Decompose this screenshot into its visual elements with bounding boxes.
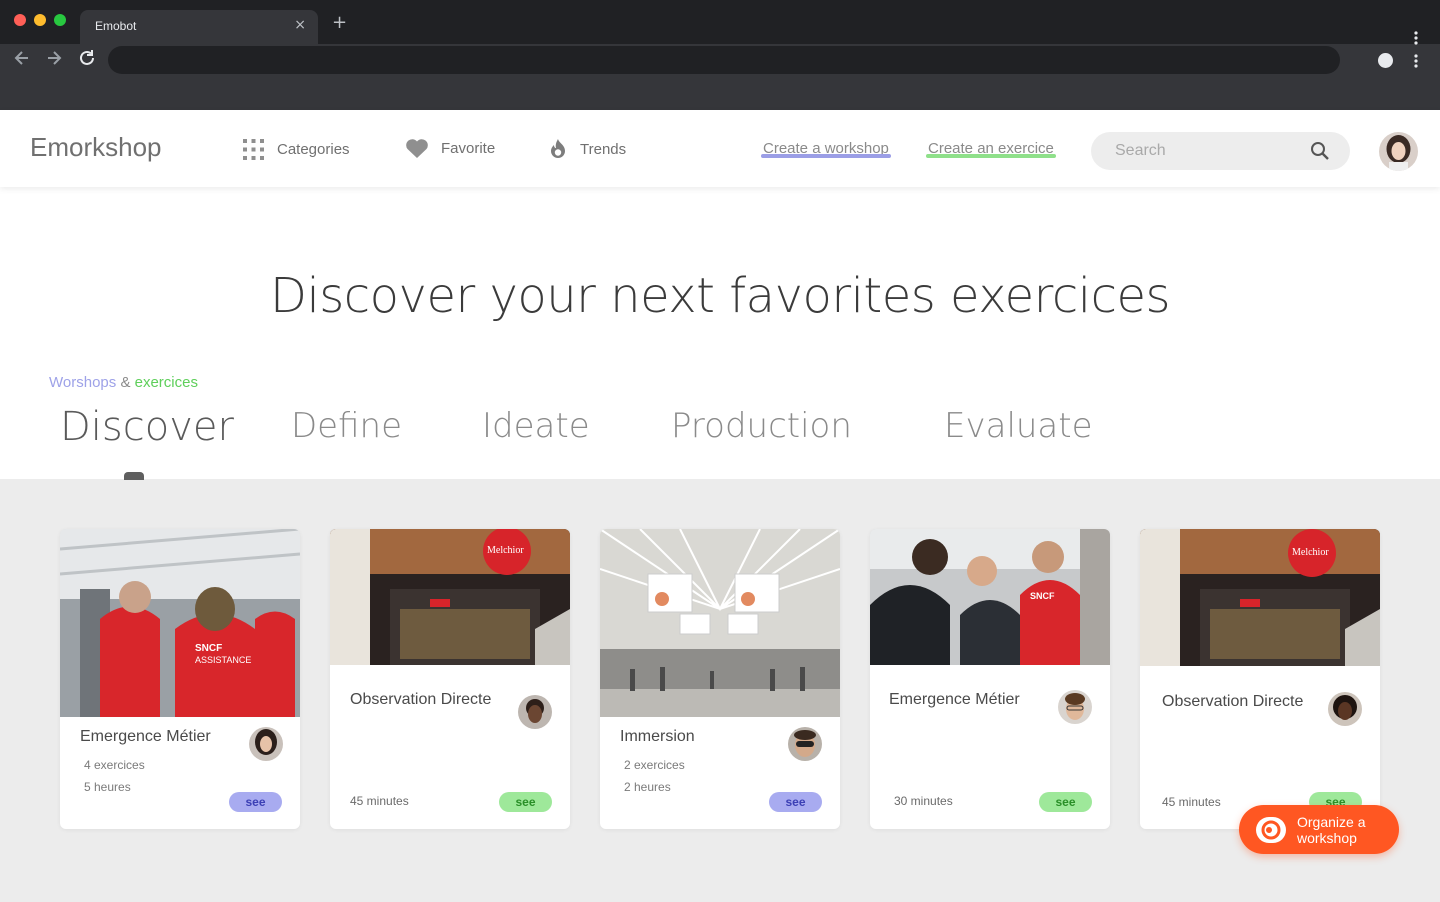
card-author-avatar[interactable] xyxy=(1058,690,1092,724)
card-photo: SNCF xyxy=(870,529,1110,665)
card-photo xyxy=(600,529,840,717)
heart-icon xyxy=(405,138,429,159)
user-avatar[interactable] xyxy=(1379,132,1418,171)
organize-label-line1: Organize a xyxy=(1297,813,1366,830)
browser-menu-icon[interactable] xyxy=(1413,54,1419,68)
forward-icon[interactable] xyxy=(44,48,64,73)
card-photo: Melchior xyxy=(330,529,570,665)
eye-target-icon xyxy=(1255,816,1287,844)
tab-ideate[interactable]: Ideate xyxy=(482,406,590,446)
tab-title: Emobot xyxy=(95,19,137,33)
tabstrip-menu-icon[interactable] xyxy=(1413,31,1419,45)
browser-chrome: Emobot × + xyxy=(0,0,1440,110)
organize-workshop-button[interactable]: Organize a workshop xyxy=(1239,805,1399,854)
window-close-button[interactable] xyxy=(14,14,26,26)
card-duration: 45 minutes xyxy=(350,794,409,808)
tab-define[interactable]: Define xyxy=(291,406,402,446)
svg-text:SNCF: SNCF xyxy=(1030,591,1055,601)
exercices-filter-link[interactable]: exercices xyxy=(135,374,198,391)
svg-text:SNCF: SNCF xyxy=(195,643,222,654)
address-bar[interactable] xyxy=(108,46,1340,74)
workshops-exercices-filter: Worshops & exercices xyxy=(49,374,198,391)
hero-title: Discover your next favorites exercices xyxy=(269,268,1171,324)
svg-text:Melchior: Melchior xyxy=(487,545,524,556)
browser-tab[interactable]: Emobot × xyxy=(80,10,318,44)
card-photo: Melchior xyxy=(1140,529,1380,666)
workshops-filter-link[interactable]: Worshops xyxy=(49,374,116,391)
card-observation-directe-exercice[interactable]: Melchior Observation Directe 45 minutes … xyxy=(330,529,570,829)
new-tab-button[interactable]: + xyxy=(332,14,347,32)
nav-trends[interactable]: Trends xyxy=(548,138,626,160)
app-header: Emorkshop Categories Favorite Trends Cre… xyxy=(0,110,1440,187)
card-observation-directe-exercice-2[interactable]: Melchior Observation Directe 45 minutes … xyxy=(1140,529,1380,829)
search-box xyxy=(1091,132,1350,170)
filter-ampersand: & xyxy=(120,374,131,391)
browser-profile-icon[interactable] xyxy=(1378,53,1393,68)
see-button[interactable]: see xyxy=(1039,792,1092,812)
organize-workshop-label: Organize a workshop xyxy=(1297,814,1365,846)
window-minimize-button[interactable] xyxy=(34,14,46,26)
organize-label-line2: workshop xyxy=(1297,829,1357,846)
card-title: Emergence Métier xyxy=(80,728,211,745)
svg-text:ASSISTANCE: ASSISTANCE xyxy=(195,655,251,665)
brand-logo[interactable]: Emorkshop xyxy=(30,132,162,163)
nav-categories-label: Categories xyxy=(277,141,350,158)
card-author-avatar[interactable] xyxy=(249,727,283,761)
reload-icon[interactable] xyxy=(77,48,97,73)
card-title: Observation Directe xyxy=(350,691,492,708)
see-button[interactable]: see xyxy=(499,792,552,812)
search-input[interactable] xyxy=(1115,140,1305,162)
card-duration: 5 heures xyxy=(84,780,131,794)
card-photo: SNCF ASSISTANCE xyxy=(60,529,300,717)
card-emergence-metier-workshop[interactable]: SNCF ASSISTANCE Emergence Métier 4 exerc… xyxy=(60,529,300,829)
card-duration: 30 minutes xyxy=(894,794,953,808)
create-workshop-underline xyxy=(761,154,891,158)
svg-text:Melchior: Melchior xyxy=(1292,547,1329,558)
card-title: Emergence Métier xyxy=(889,691,1020,708)
grid-icon xyxy=(242,138,265,161)
tab-strip: Emobot × + xyxy=(0,0,1440,45)
card-exercise-count: 2 exercices xyxy=(624,758,685,772)
tab-close-icon[interactable]: × xyxy=(294,17,306,33)
card-immersion-workshop[interactable]: Immersion 2 exercices 2 heures see xyxy=(600,529,840,829)
tab-production[interactable]: Production xyxy=(671,406,852,446)
create-exercice-underline xyxy=(926,154,1056,158)
card-author-avatar[interactable] xyxy=(518,695,552,729)
flame-icon xyxy=(548,138,568,160)
card-exercise-count: 4 exercices xyxy=(84,758,145,772)
card-title: Immersion xyxy=(620,728,695,745)
nav-favorite-label: Favorite xyxy=(441,140,496,157)
nav-favorite[interactable]: Favorite xyxy=(405,138,495,159)
search-icon[interactable] xyxy=(1310,141,1330,165)
create-exercice-link[interactable]: Create an exercice xyxy=(926,140,1056,158)
card-author-avatar[interactable] xyxy=(788,727,822,761)
card-duration: 45 minutes xyxy=(1162,795,1221,809)
card-author-avatar[interactable] xyxy=(1328,692,1362,726)
card-title: Observation Directe xyxy=(1162,693,1304,710)
card-emergence-metier-exercice[interactable]: SNCF Emergence Métier 30 minutes see xyxy=(870,529,1110,829)
card-duration: 2 heures xyxy=(624,780,671,794)
back-icon[interactable] xyxy=(12,48,32,73)
tab-discover[interactable]: Discover xyxy=(60,404,234,450)
see-button[interactable]: see xyxy=(769,792,822,812)
nav-trends-label: Trends xyxy=(580,140,627,158)
create-workshop-link[interactable]: Create a workshop xyxy=(761,140,891,158)
see-button[interactable]: see xyxy=(229,792,282,812)
nav-categories[interactable]: Categories xyxy=(242,138,350,161)
window-maximize-button[interactable] xyxy=(54,14,66,26)
tab-evaluate[interactable]: Evaluate xyxy=(944,406,1093,446)
active-tab-indicator xyxy=(124,472,144,480)
